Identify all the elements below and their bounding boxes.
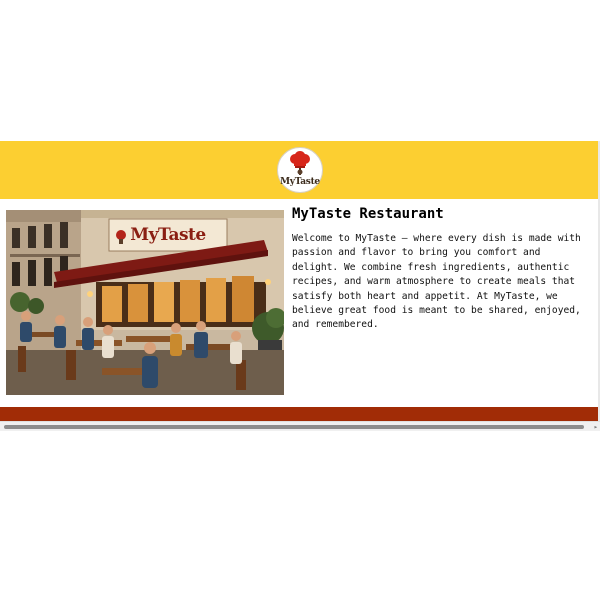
- logo[interactable]: MyTaste: [277, 147, 323, 193]
- scroll-right-arrow-icon[interactable]: ▸: [594, 423, 598, 431]
- horizontal-scrollbar[interactable]: ▸: [0, 421, 600, 431]
- about-section: MyTaste MyTaste Restaurant Welcome to My…: [0, 199, 600, 407]
- site-header: MyTaste: [0, 141, 600, 199]
- restaurant-description: Welcome to MyTaste – where every dish is…: [292, 233, 581, 331]
- restaurant-sign-text: MyTaste: [130, 225, 206, 245]
- page-viewport: MyTaste MyTaste MyTaste Restaurant Welco…: [0, 141, 600, 431]
- page-title: MyTaste Restaurant: [292, 206, 444, 222]
- scrollbar-thumb[interactable]: [4, 425, 584, 429]
- logo-text: MyTaste: [280, 177, 320, 187]
- restaurant-photo: MyTaste: [6, 210, 284, 395]
